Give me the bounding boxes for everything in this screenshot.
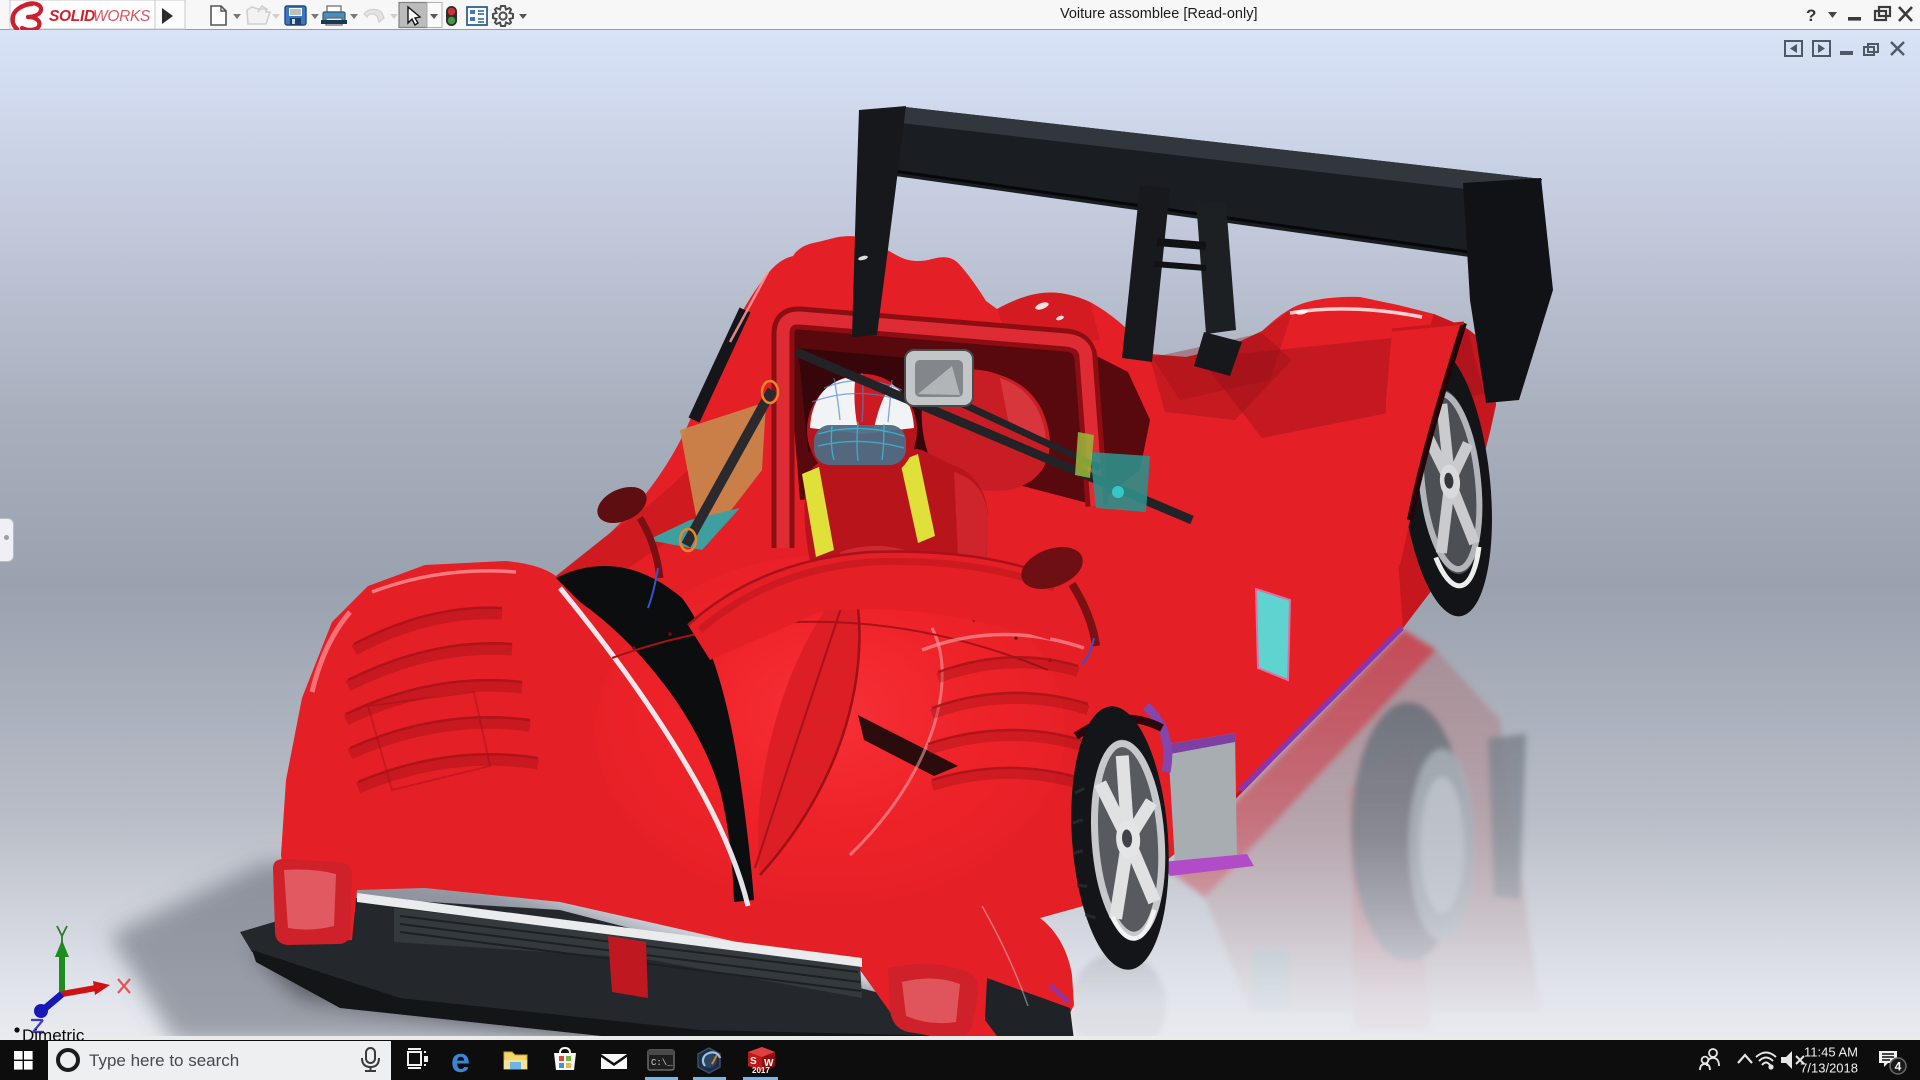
svg-text:WORKS: WORKS <box>93 8 151 25</box>
svg-text:7/13/2018: 7/13/2018 <box>1800 1061 1858 1076</box>
svg-text:C:\_: C:\_ <box>651 1058 673 1068</box>
svg-text:Type here to search: Type here to search <box>89 1051 239 1070</box>
svg-text:SOLID: SOLID <box>49 8 95 25</box>
svg-text:11:45 AM: 11:45 AM <box>1804 1045 1858 1060</box>
svg-text:2017: 2017 <box>752 1066 770 1075</box>
svg-text:e: e <box>451 1042 470 1080</box>
svg-text:4: 4 <box>1895 1060 1902 1074</box>
svg-text:?: ? <box>1806 6 1816 25</box>
svg-text:Dimetric: Dimetric <box>22 1026 85 1040</box>
